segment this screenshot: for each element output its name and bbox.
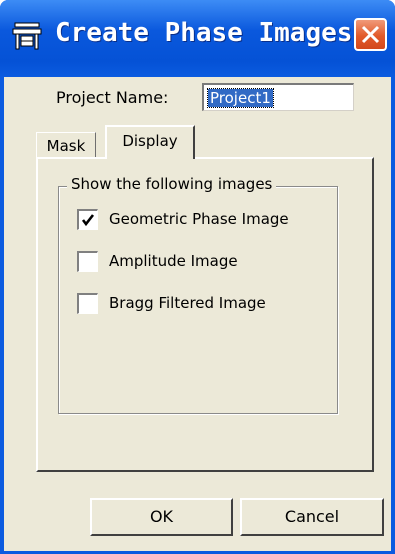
geometric-phase-checkbox[interactable] bbox=[77, 209, 98, 230]
group-label: Show the following images bbox=[67, 175, 277, 193]
project-name-label: Project Name: bbox=[56, 88, 169, 107]
amplitude-checkbox[interactable] bbox=[77, 251, 98, 272]
project-name-value: Project1 bbox=[207, 88, 274, 108]
cancel-button[interactable]: Cancel bbox=[240, 498, 384, 536]
bragg-filtered-label: Bragg Filtered Image bbox=[109, 294, 266, 312]
dialog-window: Create Phase Images Project Name: Projec… bbox=[0, 0, 395, 554]
display-tab-panel: Show the following images Geometric Phas… bbox=[36, 157, 374, 472]
bragg-filtered-checkbox[interactable] bbox=[77, 293, 98, 314]
window-border-right bbox=[391, 77, 395, 554]
window-title: Create Phase Images bbox=[55, 18, 353, 48]
show-images-group: Show the following images Geometric Phas… bbox=[58, 175, 338, 414]
amplitude-label: Amplitude Image bbox=[109, 252, 238, 270]
tab-display[interactable]: Display bbox=[105, 125, 195, 159]
checkmark-icon bbox=[81, 214, 95, 227]
geometric-phase-label: Geometric Phase Image bbox=[109, 210, 289, 228]
close-button[interactable] bbox=[354, 18, 387, 51]
dialog-body: Project Name: Project1 Mask Display Show… bbox=[4, 77, 391, 551]
tab-mask[interactable]: Mask bbox=[36, 132, 96, 158]
ok-button[interactable]: OK bbox=[90, 498, 233, 536]
title-bar[interactable]: Create Phase Images bbox=[0, 0, 395, 77]
close-icon bbox=[361, 25, 380, 44]
dialog-app-icon bbox=[12, 21, 42, 51]
project-name-input[interactable]: Project1 bbox=[202, 83, 354, 111]
